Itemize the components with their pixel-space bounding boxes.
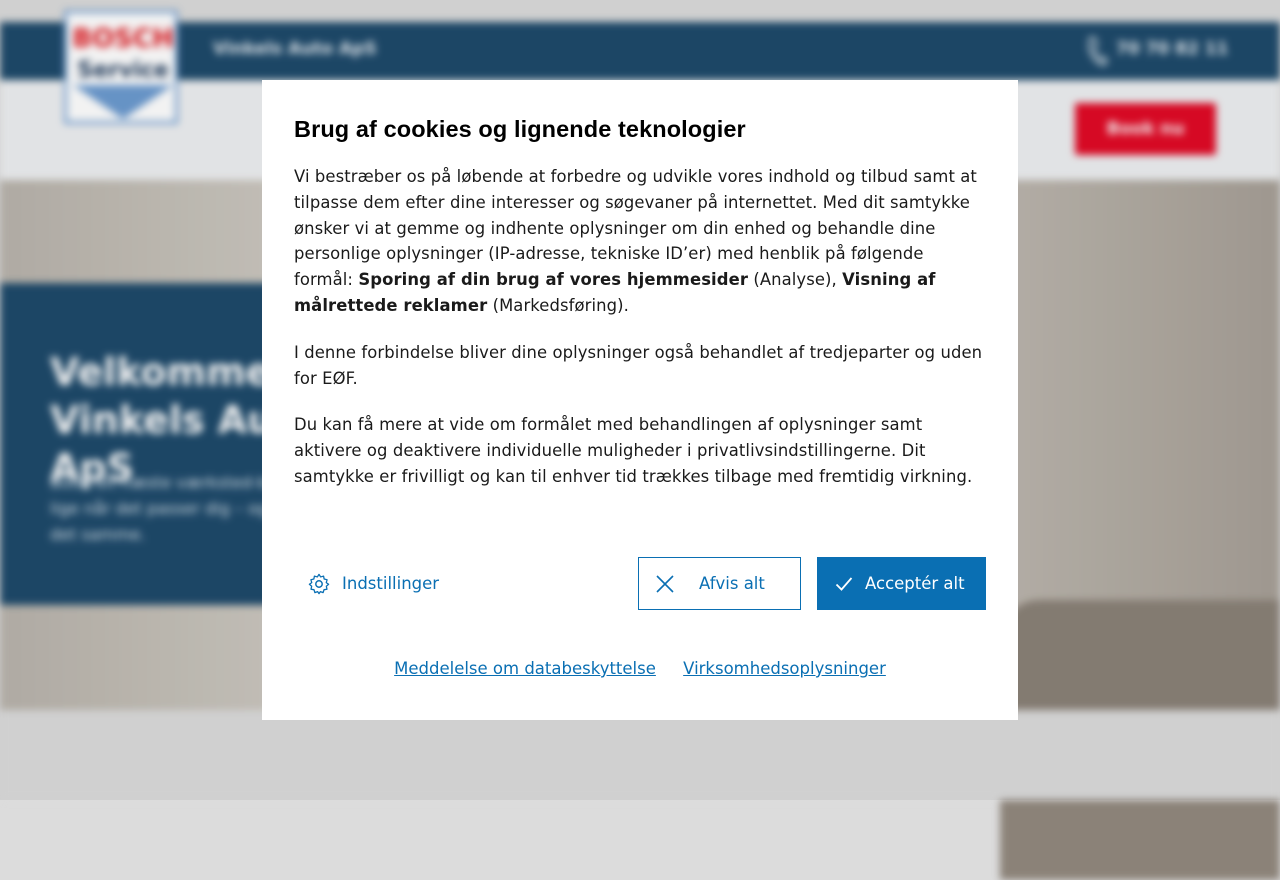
purpose-analytics: Sporing af din brug af vores hjemmesider xyxy=(358,270,749,290)
close-icon xyxy=(656,574,674,593)
consent-paragraph-1: Vi bestræber os på løbende at forbedre o… xyxy=(294,167,977,315)
reject-all-button[interactable]: Afvis alt xyxy=(638,557,801,610)
dialog-actions: Indstillinger Afvis alt Acceptér alt xyxy=(294,557,986,610)
consent-paragraph-2: I denne forbindelse bliver dine oplysnin… xyxy=(294,342,983,388)
company-info-link[interactable]: Virksomhedsoplysninger xyxy=(683,659,886,678)
dialog-links: Meddelelse om databeskyttelse Virksomhed… xyxy=(262,659,1018,678)
dialog-title: Brug af cookies og lignende teknologier xyxy=(294,116,746,142)
reject-all-label: Afvis alt xyxy=(699,574,765,593)
gear-icon xyxy=(308,573,330,594)
consent-paragraph-3: Du kan få mere at vide om formålet med b… xyxy=(294,415,973,486)
settings-button[interactable]: Indstillinger xyxy=(308,557,439,610)
accept-all-button[interactable]: Acceptér alt xyxy=(817,557,986,610)
settings-label: Indstillinger xyxy=(342,574,440,593)
cookie-consent-dialog: Brug af cookies og lignende teknologier … xyxy=(262,80,1018,720)
check-icon xyxy=(835,576,853,591)
privacy-notice-link[interactable]: Meddelelse om databeskyttelse xyxy=(394,659,656,678)
accept-all-label: Acceptér alt xyxy=(865,574,965,593)
